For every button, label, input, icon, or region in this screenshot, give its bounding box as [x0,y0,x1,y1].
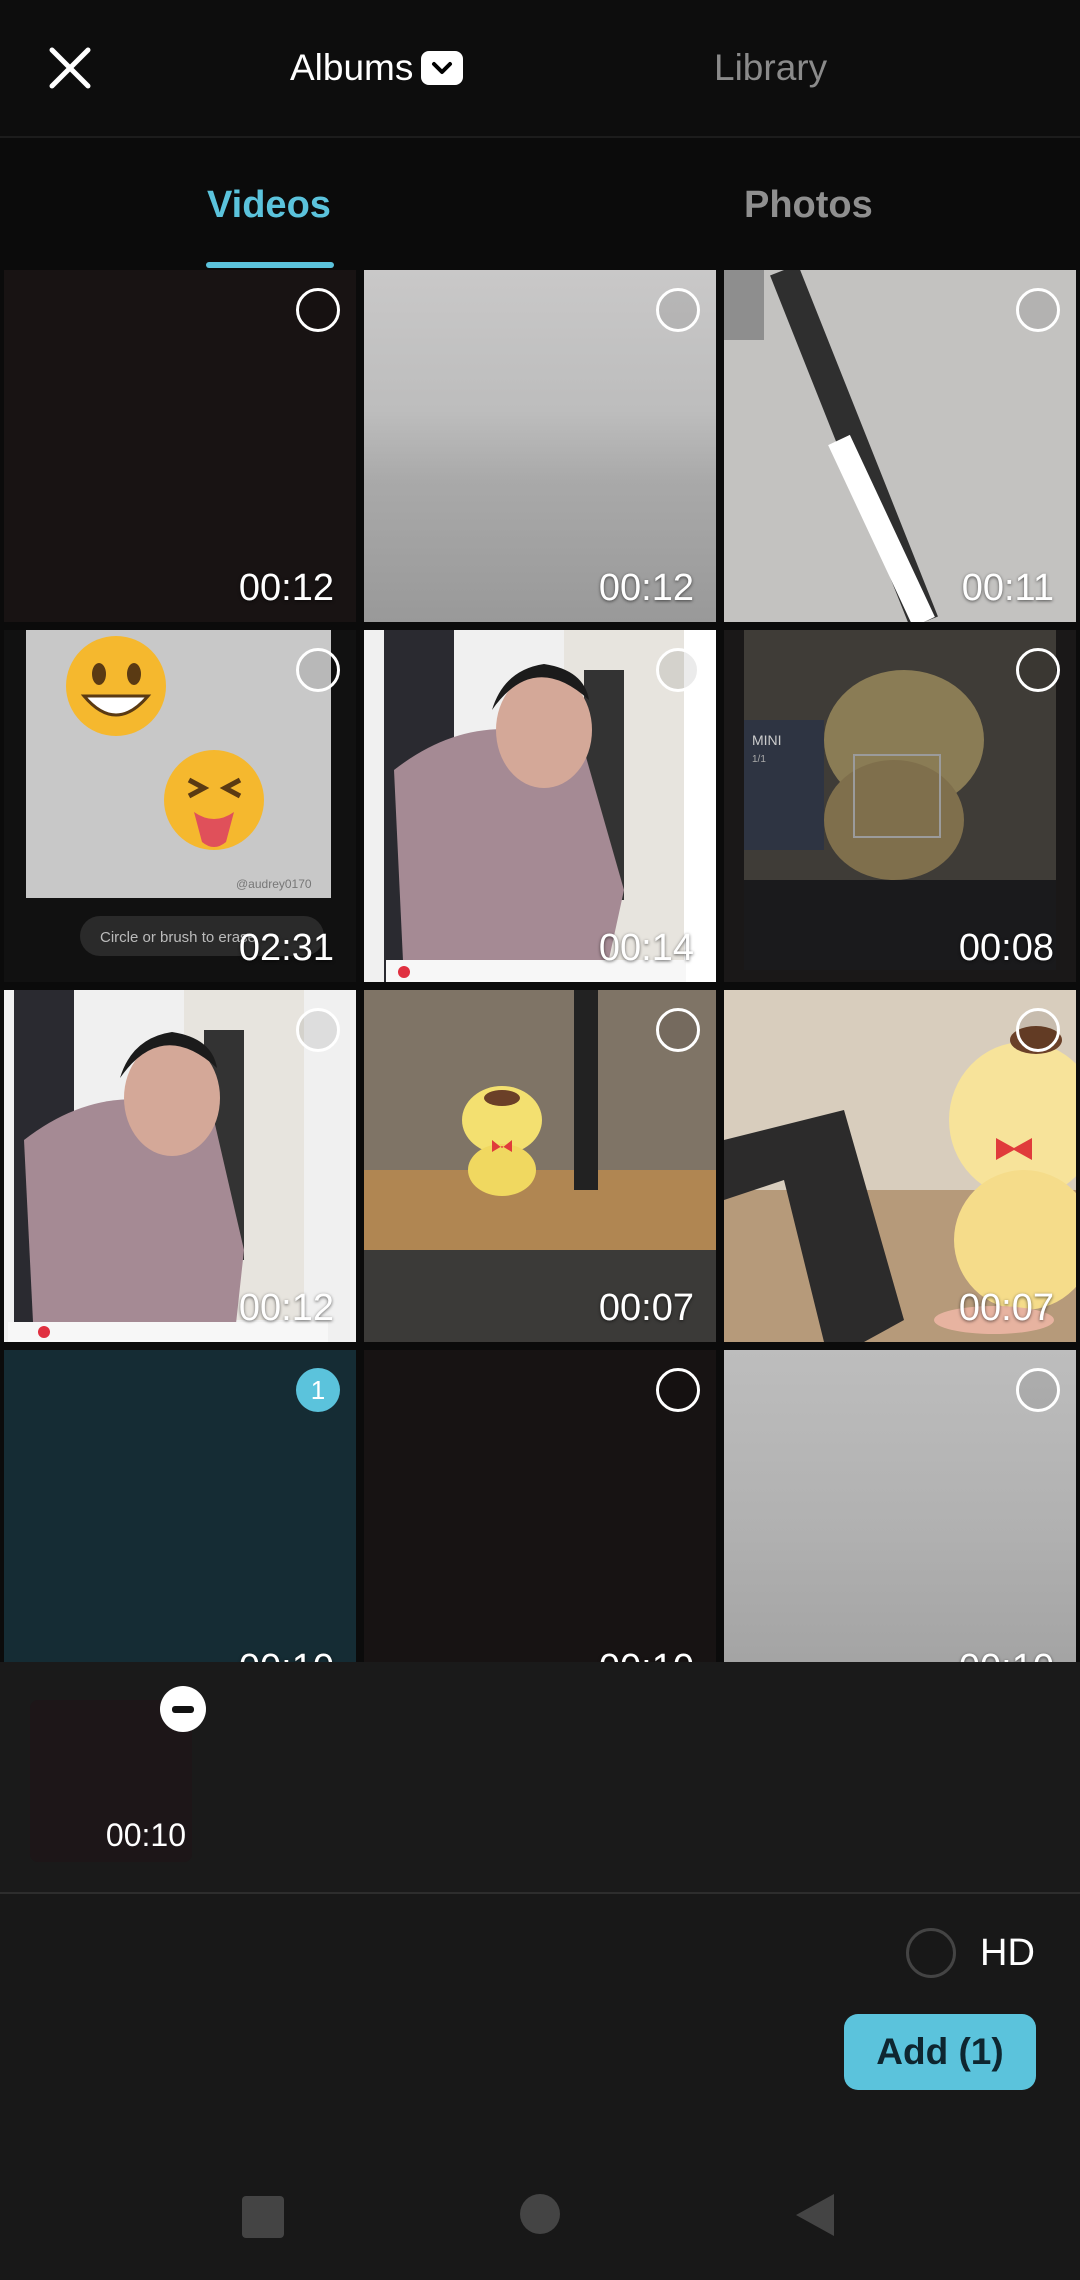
library-link[interactable]: Library [714,40,827,96]
media-item[interactable]: 00:10 [364,1350,716,1662]
media-item[interactable]: 00:10 [724,1350,1076,1662]
select-circle[interactable] [296,288,340,332]
video-duration: 00:10 [239,1647,334,1662]
add-button[interactable]: Add (1) [844,2014,1036,2090]
select-circle[interactable] [656,1368,700,1412]
media-item[interactable]: Circle or brush to erase @audrey0170 02:… [4,630,356,982]
close-button[interactable] [42,40,98,96]
chevron-down-icon [421,51,464,85]
back-triangle-icon [796,2194,834,2236]
recents-nav-button[interactable] [242,2196,284,2238]
selection-tray: 00:10 [0,1662,1080,1894]
top-bar: Albums Library [0,0,1080,138]
thumb-tag: MINI [752,732,782,748]
thumb-watermark: @audrey0170 [236,877,312,891]
select-circle[interactable] [656,648,700,692]
media-item[interactable]: 00:12 [4,990,356,1342]
video-duration: 00:07 [958,1287,1054,1329]
video-duration: 00:10 [599,1647,694,1662]
select-circle[interactable] [656,1008,700,1052]
video-duration: 00:07 [598,1287,694,1329]
media-item[interactable]: 00:07 [724,990,1076,1342]
video-duration: 00:14 [598,927,694,969]
select-circle[interactable] [656,288,700,332]
home-nav-button[interactable] [520,2194,560,2234]
media-item[interactable]: 1 00:10 [4,1350,356,1662]
media-item[interactable]: 00:14 [364,630,716,982]
video-duration: 00:12 [598,567,694,609]
media-item[interactable]: 00:11 [724,270,1076,622]
video-duration: 00:10 [959,1647,1054,1662]
remove-selected-button[interactable] [160,1686,206,1732]
thumb-caption: Circle or brush to erase [100,929,256,946]
hd-toggle[interactable] [906,1928,956,1978]
video-duration: 00:11 [961,567,1054,609]
selected-item-duration: 00:10 [105,1817,186,1853]
video-duration: 00:12 [238,1287,334,1329]
media-item[interactable]: MINI 1/1 00:08 [724,630,1076,982]
media-grid: 00:12 00:12 00:11 Circle or brush to era… [0,270,1080,1662]
tab-photos[interactable]: Photos [744,184,873,227]
selected-badge[interactable]: 1 [296,1368,340,1412]
select-circle[interactable] [1016,648,1060,692]
media-tabs: Videos Photos [0,138,1080,270]
thumb-tag-sub: 1/1 [752,754,766,765]
video-duration: 00:12 [238,567,334,609]
video-duration: 02:31 [238,927,334,969]
media-item[interactable]: 00:07 [364,990,716,1342]
select-circle[interactable] [296,1008,340,1052]
tab-videos[interactable]: Videos [207,184,331,227]
select-circle[interactable] [1016,288,1060,332]
select-circle[interactable] [296,648,340,692]
select-circle[interactable] [1016,1368,1060,1412]
back-nav-button[interactable] [794,2192,836,2243]
video-duration: 00:08 [958,927,1054,969]
active-tab-indicator [206,262,334,268]
media-item[interactable]: 00:12 [364,270,716,622]
select-circle[interactable] [1016,1008,1060,1052]
close-icon [49,47,91,89]
media-item[interactable]: 00:12 [4,270,356,622]
hd-label: HD [980,1932,1035,1974]
albums-label: Albums [290,47,414,88]
minus-icon [172,1705,194,1713]
albums-dropdown[interactable]: Albums [290,40,464,96]
